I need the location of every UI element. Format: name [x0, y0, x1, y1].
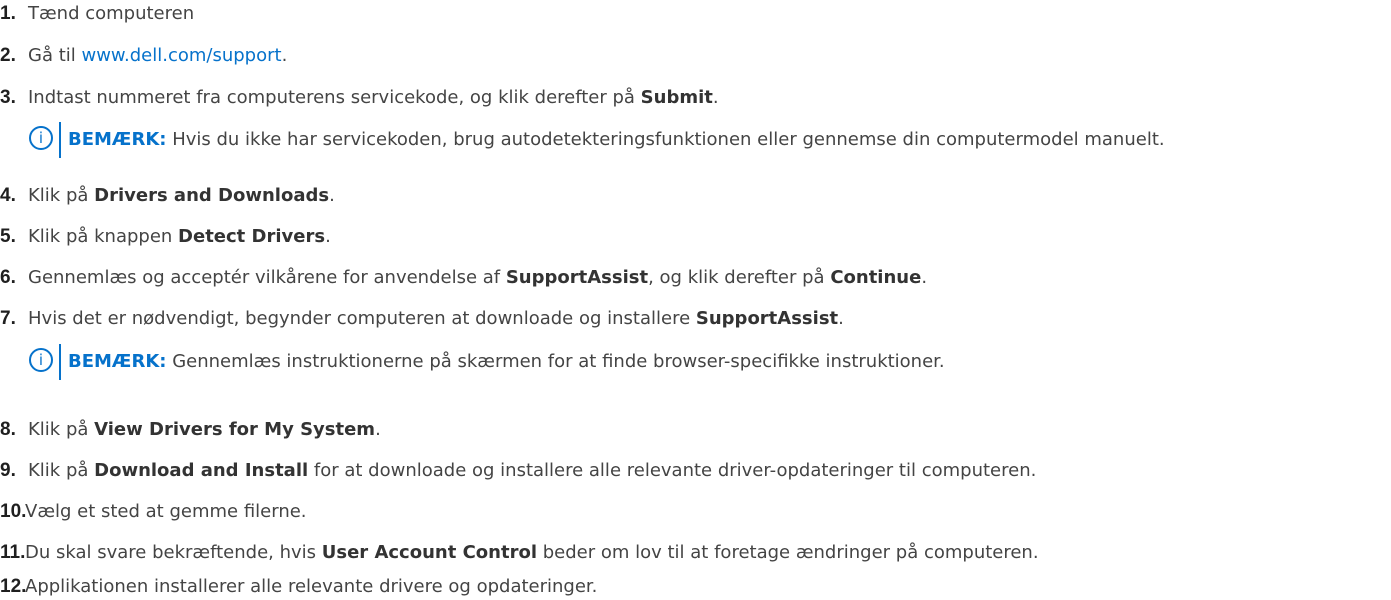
- instructions-document: 1. Tænd computeren 2. Gå til www.dell.com/…: [0, 0, 1391, 597]
- step-2: 2. Gå til www.dell.com/support.: [0, 43, 287, 69]
- step-text: .: [921, 267, 928, 288]
- info-icon: i: [29, 126, 53, 150]
- step-10: 10.Vælg et sted at gemme filerne.: [0, 499, 307, 525]
- note-divider: [59, 344, 61, 380]
- step-number: 6.: [0, 267, 16, 288]
- note-divider: [59, 122, 61, 158]
- step-text: .: [375, 419, 381, 440]
- step-5: 5. Klik på knappen Detect Drivers.: [0, 224, 331, 250]
- step-text: .: [325, 226, 331, 247]
- step-text: Gennemlæs og acceptér vilkårene for anve…: [28, 267, 506, 288]
- step-text: Klik på: [28, 460, 95, 481]
- ui-term: Submit: [640, 87, 713, 108]
- step-number: 2.: [0, 45, 16, 66]
- ui-term: User Account Control: [321, 542, 537, 563]
- dell-support-link[interactable]: www.dell.com/support: [81, 45, 281, 66]
- step-number: 8.: [0, 419, 16, 440]
- step-8: 8. Klik på View Drivers for My System.: [0, 417, 381, 443]
- step-text: Tænd computeren: [28, 3, 195, 24]
- ui-term: SupportAssist: [505, 267, 649, 288]
- note-text: Hvis du ikke har servicekoden, brug auto…: [166, 129, 1165, 150]
- step-7: 7. Hvis det er nødvendigt, begynder compu…: [0, 306, 844, 332]
- step-text: Klik på: [28, 185, 95, 206]
- step-number: 10.: [0, 501, 27, 522]
- step-12: 12.Applikationen installerer alle releva…: [0, 574, 597, 600]
- step-text: Gå til: [28, 45, 82, 66]
- step-number: 7.: [0, 308, 16, 329]
- step-number: 5.: [0, 226, 16, 247]
- step-text: Indtast nummeret fra computerens service…: [28, 87, 641, 108]
- ui-term: Detect Drivers: [178, 226, 326, 247]
- step-4: 4. Klik på Drivers and Downloads.: [0, 183, 335, 209]
- note-label: BEMÆRK:: [68, 351, 167, 372]
- step-text: for at downloade og installere alle rele…: [308, 460, 1037, 481]
- step-text: Klik på knappen: [28, 226, 179, 247]
- step-text: .: [329, 185, 335, 206]
- ui-term: Download and Install: [94, 460, 309, 481]
- step-text: Du skal svare bekræftende, hvis: [25, 542, 322, 563]
- ui-term: Drivers and Downloads: [94, 185, 330, 206]
- step-number: 1.: [0, 3, 16, 24]
- note-body: BEMÆRK: Gennemlæs instruktionerne på skæ…: [68, 344, 945, 380]
- note-body: BEMÆRK: Hvis du ikke har servicekoden, b…: [68, 122, 1165, 158]
- step-text: , og klik derefter på: [648, 267, 831, 288]
- step-1: 1. Tænd computeren: [0, 1, 194, 27]
- note-text: Gennemlæs instruktionerne på skærmen for…: [166, 351, 945, 372]
- step-number: 3.: [0, 87, 16, 108]
- step-text: .: [712, 87, 719, 108]
- step-text: .: [281, 45, 288, 66]
- ui-term: View Drivers for My System: [94, 419, 376, 440]
- step-number: 4.: [0, 185, 16, 206]
- step-3: 3. Indtast nummeret fra computerens servi…: [0, 85, 719, 111]
- step-number: 12.: [0, 576, 27, 597]
- step-text: .: [838, 308, 844, 329]
- step-text: Hvis det er nødvendigt, begynder compute…: [28, 308, 696, 329]
- step-text: Vælg et sted at gemme filerne.: [25, 501, 307, 522]
- step-11: 11.Du skal svare bekræftende, hvis User …: [0, 540, 1039, 566]
- step-text: beder om lov til at foretage ændringer p…: [537, 542, 1039, 563]
- step-9: 9. Klik på Download and Install for at do…: [0, 458, 1036, 484]
- info-icon: i: [29, 348, 53, 372]
- ui-term: SupportAssist: [695, 308, 839, 329]
- step-number: 9.: [0, 460, 16, 481]
- step-6: 6. Gennemlæs og acceptér vilkårene for an…: [0, 265, 927, 291]
- step-text: Klik på: [28, 419, 95, 440]
- step-number: 11.: [0, 542, 26, 563]
- note-label: BEMÆRK:: [68, 129, 167, 150]
- ui-term: Continue: [830, 267, 922, 288]
